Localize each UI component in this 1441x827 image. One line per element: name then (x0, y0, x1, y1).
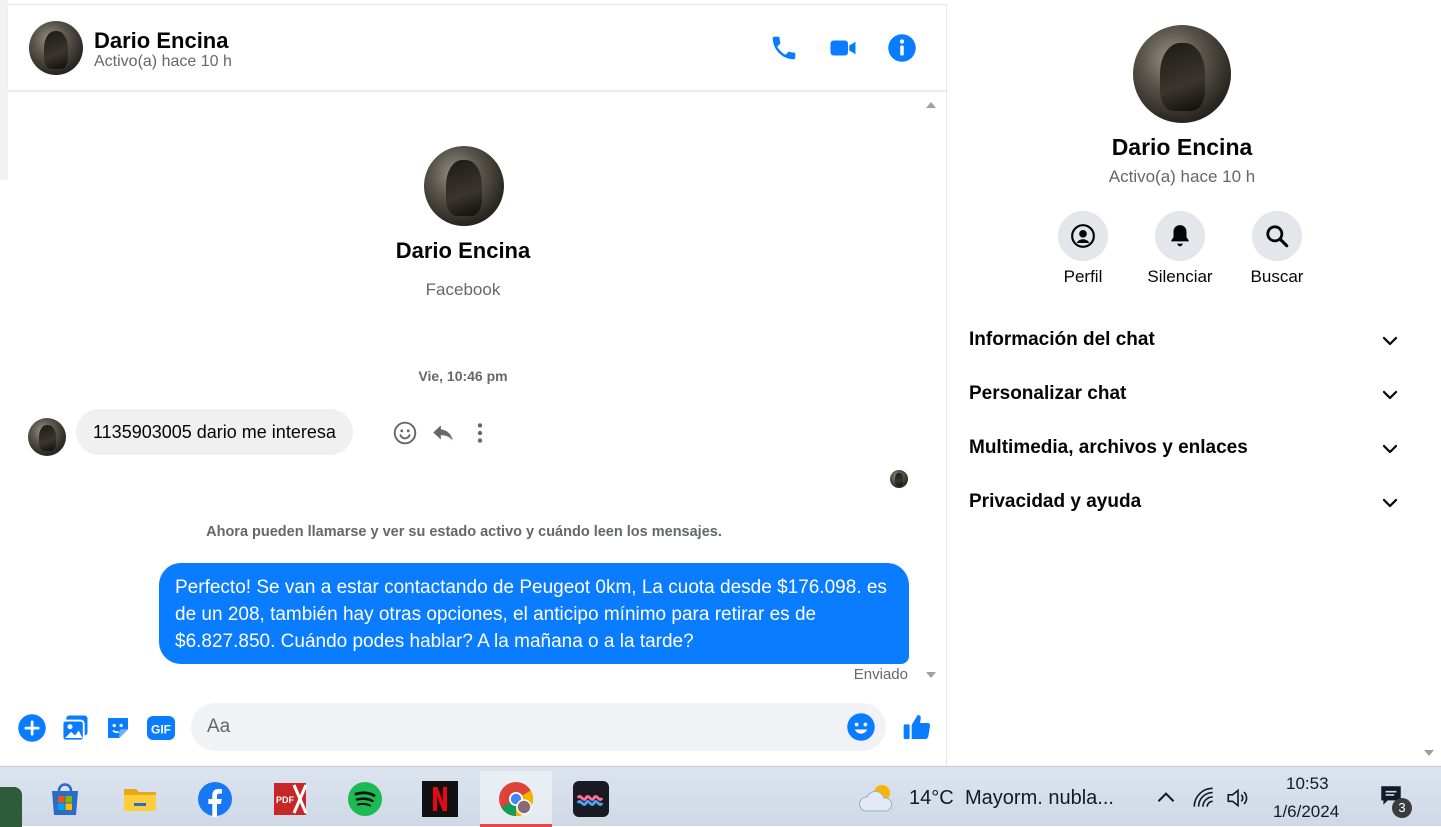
notification-count: 3 (1392, 798, 1412, 818)
gif-label: GIF (151, 723, 171, 737)
chevron-down-icon (1382, 336, 1398, 346)
chevron-down-icon (1382, 390, 1398, 400)
bell-icon (1171, 225, 1189, 247)
panel-avatar[interactable] (1133, 25, 1231, 123)
chevron-down-icon (1382, 444, 1398, 454)
mute-button[interactable]: Silenciar (1140, 211, 1220, 287)
message-input[interactable] (191, 703, 886, 751)
volume-icon[interactable] (1225, 785, 1251, 811)
more-options-icon[interactable] (467, 420, 493, 446)
mute-label: Silenciar (1147, 267, 1213, 286)
emoji-icon[interactable] (846, 712, 876, 742)
weather-temperature[interactable]: 14°C (909, 787, 954, 810)
folder-icon (124, 789, 156, 811)
profile-label: Perfil (1063, 267, 1103, 286)
plus-icon[interactable] (17, 713, 47, 743)
scroll-down-arrow[interactable] (1424, 750, 1434, 756)
search-label: Buscar (1250, 267, 1304, 286)
message-timestamp: Vie, 10:46 pm (418, 368, 508, 384)
intro-avatar[interactable] (424, 146, 504, 226)
search-icon (1266, 225, 1289, 248)
section-customize-chat[interactable]: Personalizar chat (969, 374, 1399, 414)
message-scrollbar[interactable] (920, 92, 942, 688)
taskbar-pdf-viewer[interactable]: PDF (254, 771, 326, 827)
pdf-label: PDF (276, 795, 295, 805)
weather-description[interactable]: Mayorm. nubla... (965, 787, 1114, 810)
chevron-up-icon[interactable] (1153, 785, 1179, 811)
section-privacy-help[interactable]: Privacidad y ayuda (969, 482, 1399, 522)
taskbar: PDF 14°C Mayorm. nubla... 10:53 1/6/2024… (0, 766, 1441, 827)
seen-avatar (890, 470, 908, 488)
outgoing-message[interactable]: Perfecto! Se van a estar contactando de … (159, 563, 909, 664)
weather-cloud-icon[interactable] (858, 781, 898, 815)
chevron-down-icon (1382, 498, 1398, 508)
contact-name[interactable]: Dario Encina (94, 28, 228, 54)
composer: GIF (8, 697, 946, 767)
spotify-icon (348, 782, 382, 816)
wave-app-icon (573, 781, 609, 817)
phone-icon[interactable] (769, 33, 799, 63)
chat-header: Dario Encina Activo(a) hace 10 h (8, 5, 946, 91)
section-label: Multimedia, archivos y enlaces (969, 437, 1248, 458)
profile-icon (1071, 224, 1095, 248)
section-chat-info[interactable]: Información del chat (969, 320, 1399, 360)
search-button[interactable]: Buscar (1237, 211, 1317, 287)
intro-source: Facebook (425, 280, 501, 299)
start-edge-icon[interactable] (0, 787, 22, 827)
contact-status: Activo(a) hace 10 h (94, 53, 232, 70)
reply-icon[interactable] (430, 420, 456, 446)
left-edge (0, 0, 8, 766)
taskbar-spotify[interactable] (329, 771, 401, 827)
video-camera-icon[interactable] (828, 33, 858, 63)
chat-column: Dario Encina Activo(a) hace 10 h Dario E… (8, 4, 946, 766)
clock-time[interactable]: 10:53 (1286, 774, 1329, 794)
scroll-up-arrow[interactable] (926, 102, 936, 108)
sticker-icon[interactable] (103, 713, 133, 743)
taskbar-chrome[interactable] (480, 771, 552, 827)
react-icon[interactable] (392, 420, 418, 446)
info-icon[interactable] (887, 33, 917, 63)
pdf-icon: PDF (274, 783, 308, 815)
sent-status: Enviado (853, 666, 908, 683)
gif-icon[interactable]: GIF (146, 713, 176, 743)
panel-name: Dario Encina (1111, 134, 1253, 160)
intro-name: Dario Encina (395, 238, 531, 263)
section-label: Privacidad y ayuda (969, 491, 1142, 512)
scroll-down-arrow[interactable] (926, 672, 936, 678)
taskbar-facebook[interactable] (179, 771, 251, 827)
chat-info-panel: Dario Encina Activo(a) hace 10 h Perfil … (946, 4, 1416, 766)
panel-status: Activo(a) hace 10 h (1108, 167, 1256, 186)
incoming-message[interactable]: 1135903005 dario me interesa (76, 409, 353, 455)
messenger-window: Dario Encina Activo(a) hace 10 h Dario E… (0, 0, 1441, 766)
sender-avatar[interactable] (28, 418, 66, 456)
taskbar-wave-app[interactable] (555, 771, 627, 827)
taskbar-file-explorer[interactable] (104, 771, 176, 827)
like-icon[interactable] (901, 711, 933, 743)
message-list[interactable]: Dario Encina Facebook Vie, 10:46 pm 1135… (8, 92, 918, 688)
profile-button[interactable]: Perfil (1043, 211, 1123, 287)
section-label: Información del chat (969, 329, 1155, 350)
network-icon[interactable] (1191, 785, 1217, 811)
photo-icon[interactable] (60, 713, 90, 743)
chrome-icon (499, 782, 533, 816)
facebook-icon (198, 782, 232, 817)
taskbar-microsoft-store[interactable] (29, 771, 101, 827)
clock-date[interactable]: 1/6/2024 (1273, 802, 1339, 822)
page-scrollbar[interactable] (1416, 0, 1441, 766)
contact-avatar[interactable] (29, 21, 83, 75)
taskbar-netflix[interactable] (404, 771, 476, 827)
section-media-files[interactable]: Multimedia, archivos y enlaces (969, 428, 1399, 468)
store-icon (52, 783, 78, 815)
section-label: Personalizar chat (969, 383, 1127, 404)
system-message: Ahora pueden llamarse y ver su estado ac… (206, 524, 722, 540)
netflix-icon (422, 781, 458, 817)
